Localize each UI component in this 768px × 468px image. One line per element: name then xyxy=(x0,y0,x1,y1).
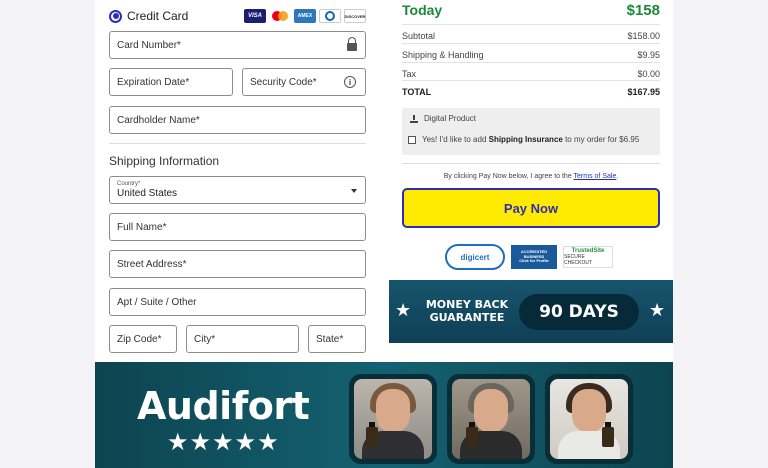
subtotal-label: Subtotal xyxy=(402,31,436,41)
trust-badges: digicert ACCREDITED BUSINESS Click for Pro… xyxy=(445,243,615,271)
today-value: $158 xyxy=(626,1,660,19)
credit-card-label: Credit Card xyxy=(127,9,189,23)
security-code-label: Security Code* xyxy=(250,76,317,88)
amex-logo: AMEX xyxy=(294,9,316,23)
testimonial-photo xyxy=(447,374,535,464)
state-label: State* xyxy=(316,333,344,345)
card-number-field[interactable]: Card Number* xyxy=(109,31,366,59)
guarantee-text: MONEY BACK GUARANTEE xyxy=(417,298,517,324)
shipping-handling-value: $9.95 xyxy=(637,50,660,60)
cardholder-name-field[interactable]: Cardholder Name* xyxy=(109,106,366,134)
zip-code-label: Zip Code* xyxy=(117,333,162,345)
chevron-down-icon xyxy=(351,189,357,193)
trustedsite-badge[interactable]: TrustedSite SECURE CHECKOUT xyxy=(563,246,613,268)
trustedsite-subtitle: SECURE CHECKOUT xyxy=(564,254,593,266)
full-name-field[interactable]: Full Name* xyxy=(109,213,366,241)
terms-prefix: By clicking Pay Now below, I agree to th… xyxy=(443,173,574,180)
digital-product-line: Digital Product xyxy=(410,114,476,123)
shipping-insurance-text: Yes! I'd like to add Shipping Insurance … xyxy=(422,135,639,144)
terms-suffix: . xyxy=(616,173,619,180)
insurance-suffix: to my order for $6.95 xyxy=(562,135,640,144)
shipping-insurance-option[interactable]: Yes! I'd like to add Shipping Insurance … xyxy=(408,135,639,144)
lock-icon xyxy=(347,37,357,51)
testimonial-photo xyxy=(545,374,633,464)
insurance-bold: Shipping Insurance xyxy=(488,135,563,144)
card-brand-logos: VISA AMEX DISCOVER xyxy=(244,9,366,23)
cardholder-name-label: Cardholder Name* xyxy=(117,114,200,126)
download-icon xyxy=(410,114,418,123)
money-back-guarantee-banner: ★ MONEY BACK GUARANTEE 90 DAYS ★ xyxy=(389,280,673,343)
audifort-product-banner: Audifort ★★★★★ xyxy=(95,362,673,468)
testimonial-photo xyxy=(349,374,437,464)
apt-suite-label: Apt / Suite / Other xyxy=(117,296,197,308)
zip-code-field[interactable]: Zip Code* xyxy=(109,325,177,353)
brand-logo: Audifort xyxy=(137,384,310,428)
five-star-rating: ★★★★★ xyxy=(167,429,280,456)
credit-card-radio[interactable] xyxy=(109,9,122,23)
street-address-label: Street Address* xyxy=(117,258,187,270)
city-label: City* xyxy=(194,333,216,345)
payment-method-credit-card[interactable]: Credit Card VISA AMEX DISCOVER xyxy=(109,6,366,26)
shipping-handling-label: Shipping & Handling xyxy=(402,50,484,60)
expiration-date-field[interactable]: Expiration Date* xyxy=(109,68,233,96)
country-small-label: Country* xyxy=(117,181,141,187)
section-divider xyxy=(109,143,366,144)
total-label: TOTAL xyxy=(402,87,432,97)
mastercard-logo xyxy=(269,9,291,23)
bbb-accredited-badge[interactable]: ACCREDITED BUSINESS Click for Profile xyxy=(511,245,557,269)
subtotal-value: $158.00 xyxy=(627,31,660,41)
terms-of-sale-link[interactable]: Terms of Sale xyxy=(574,173,617,180)
diners-logo xyxy=(319,9,341,23)
full-name-label: Full Name* xyxy=(117,221,167,233)
street-address-field[interactable]: Street Address* xyxy=(109,250,366,278)
terms-notice: By clicking Pay Now below, I agree to th… xyxy=(402,173,660,180)
total-value: $167.95 xyxy=(627,87,660,97)
info-icon[interactable]: i xyxy=(344,76,356,88)
card-number-label: Card Number* xyxy=(117,39,181,51)
today-label: Today xyxy=(402,2,443,18)
security-code-field[interactable]: Security Code* i xyxy=(242,68,366,96)
state-field[interactable]: State* xyxy=(308,325,366,353)
star-icon: ★ xyxy=(649,300,666,320)
country-select[interactable]: Country* United States xyxy=(109,176,366,204)
guarantee-line1: MONEY BACK xyxy=(425,298,509,311)
visa-logo: VISA xyxy=(244,9,266,23)
summary-divider xyxy=(402,163,660,164)
shipping-handling-row: Shipping & Handling $9.95 xyxy=(402,43,660,62)
country-value: United States xyxy=(117,188,178,199)
shipping-information-title: Shipping Information xyxy=(109,154,220,168)
shipping-insurance-checkbox[interactable] xyxy=(408,135,416,144)
subtotal-row: Subtotal $158.00 xyxy=(402,24,660,43)
total-row: TOTAL $167.95 xyxy=(402,80,660,99)
insurance-prefix: Yes! I'd like to add xyxy=(422,135,489,144)
guarantee-line2: GUARANTEE xyxy=(429,311,505,325)
apt-suite-field[interactable]: Apt / Suite / Other xyxy=(109,288,366,316)
today-total-row: Today $158 xyxy=(402,0,660,20)
digital-product-label: Digital Product xyxy=(424,114,477,123)
star-icon: ★ xyxy=(395,300,412,320)
expiration-date-label: Expiration Date* xyxy=(117,76,190,88)
digicert-badge[interactable]: digicert xyxy=(445,244,505,270)
tax-row: Tax $0.00 xyxy=(402,62,660,81)
discover-logo: DISCOVER xyxy=(344,9,366,23)
guarantee-days: 90 DAYS xyxy=(519,294,639,330)
order-options-box: Digital Product Yes! I'd like to add Shi… xyxy=(402,108,660,155)
bbb-line3: Click for Profile xyxy=(519,258,549,264)
pay-now-button[interactable]: Pay Now xyxy=(402,188,660,228)
checkout-page: Credit Card VISA AMEX DISCOVER Card Numb… xyxy=(95,0,673,468)
city-field[interactable]: City* xyxy=(186,325,299,353)
